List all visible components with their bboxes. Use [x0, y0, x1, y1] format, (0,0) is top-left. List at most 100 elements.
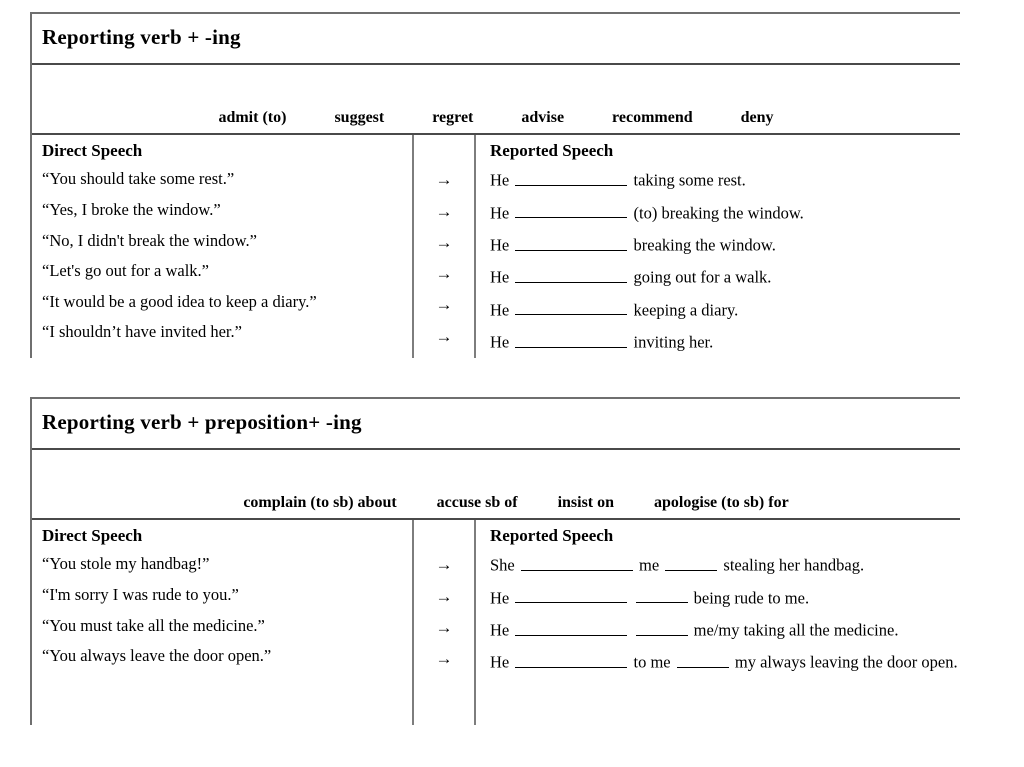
reported-column-tail [474, 678, 960, 725]
sentence-prefix: He [490, 332, 510, 352]
table-row: She me stealing her handbag. [488, 549, 960, 581]
section-title: Reporting verb + -ing [42, 25, 241, 49]
worksheet-page: Reporting verb + -ing admit (to) suggest… [0, 0, 1024, 767]
table-row: He keeping a diary. [488, 294, 960, 326]
verb-item: accuse sb of [436, 494, 518, 512]
table-row: “You must take all the medicine.” [42, 615, 265, 635]
sentence-middle: me [639, 556, 660, 576]
verb-item: suggest [334, 109, 385, 127]
sentence-prefix: He [490, 300, 510, 320]
verb-item: advise [521, 109, 565, 127]
sentence-suffix: going out for a walk. [633, 267, 772, 287]
verb-item: deny [740, 109, 774, 127]
answer-blank[interactable] [515, 169, 628, 187]
sentence-suffix: inviting her. [633, 332, 714, 352]
section-title: Reporting verb + preposition+ -ing [42, 410, 362, 434]
answer-blank[interactable] [515, 619, 628, 636]
answer-blank[interactable] [515, 299, 628, 316]
answer-blank[interactable] [665, 554, 718, 572]
sentence-suffix: (to) breaking the window. [633, 203, 804, 223]
sentence-prefix: He [490, 620, 510, 640]
sentence-suffix: stealing her handbag. [723, 556, 865, 576]
answer-blank[interactable] [635, 587, 688, 604]
answer-blank[interactable] [676, 651, 729, 668]
table-row: “You should take some rest.” [42, 169, 235, 189]
exercise-table: Direct Speech “You stole my handbag!” “I… [32, 520, 960, 679]
arrow-column: → → → → [412, 520, 474, 679]
section-title-row: Reporting verb + -ing [32, 14, 960, 66]
column-header-reported: Reported Speech [490, 526, 614, 546]
answer-blank[interactable] [515, 587, 628, 604]
table-row: “I'm sorry I was rude to you.” [42, 584, 239, 604]
answer-blank[interactable] [515, 651, 628, 668]
verb-item: recommend [612, 109, 693, 127]
arrow-column-tail [412, 678, 474, 725]
sentence-prefix: She [490, 556, 515, 576]
table-row: He breaking the window. [488, 229, 960, 261]
reported-speech-column: Reported Speech She me stealing her hand… [474, 520, 960, 679]
verb-list-row: complain (to sb) about accuse sb of insi… [32, 450, 960, 521]
answer-blank[interactable] [520, 554, 633, 572]
sentence-prefix: He [490, 588, 510, 608]
sentence-prefix: He [490, 203, 510, 223]
arrow-icon: → [435, 555, 453, 575]
verb-list-row: admit (to) suggest regret advise recomme… [32, 65, 960, 136]
sentence-suffix: keeping a diary. [633, 300, 739, 320]
table-row: “I shouldn’t have invited her.” [42, 322, 242, 342]
section-title-row: Reporting verb + preposition+ -ing [32, 399, 960, 451]
arrow-icon: → [435, 326, 453, 346]
reported-speech-column: Reported Speech He taking some rest. He … [474, 135, 960, 359]
arrow-icon: → [435, 586, 453, 606]
table-row: He to me my always leaving the door open… [488, 646, 960, 678]
section-reporting-verb-preposition-ing: Reporting verb + preposition+ -ing compl… [30, 397, 960, 725]
table-row: He me/my taking all the medicine. [488, 614, 960, 646]
table-row: “You always leave the door open.” [42, 646, 272, 666]
sentence-suffix: being rude to me. [693, 588, 810, 608]
table-row: He inviting her. [488, 326, 960, 358]
arrow-icon: → [435, 232, 453, 252]
table-row: He going out for a walk. [488, 261, 960, 293]
verb-item: complain (to sb) about [243, 494, 397, 512]
table-row: “No, I didn't break the window.” [42, 230, 257, 250]
answer-blank[interactable] [515, 202, 628, 219]
table-row: “Let's go out for a walk.” [42, 261, 209, 281]
exercise-table: Direct Speech “You should take some rest… [32, 135, 960, 359]
direct-speech-column: Direct Speech “You stole my handbag!” “I… [32, 520, 412, 678]
column-header-direct: Direct Speech [42, 526, 143, 546]
arrow-icon: → [435, 617, 453, 637]
arrow-icon: → [435, 295, 453, 315]
table-row: He taking some rest. [488, 164, 960, 196]
verb-item: regret [432, 109, 474, 127]
sentence-suffix: breaking the window. [633, 235, 776, 255]
answer-blank[interactable] [515, 234, 628, 251]
column-header-reported: Reported Speech [490, 141, 614, 161]
table-bottom-area [32, 678, 960, 725]
sentence-suffix: my always leaving the door open. [734, 652, 958, 672]
direct-column-tail [32, 679, 412, 725]
arrow-column: → → → → → → [412, 135, 474, 359]
arrow-icon: → [435, 170, 453, 190]
sentence-middle: to me [633, 652, 671, 672]
sentence-prefix: He [490, 267, 510, 287]
arrow-icon: → [435, 649, 453, 669]
sentence-prefix: He [490, 652, 510, 672]
answer-blank[interactable] [515, 266, 628, 283]
arrow-icon: → [435, 201, 453, 221]
table-row: “Yes, I broke the window.” [42, 199, 221, 219]
verb-item: insist on [557, 494, 615, 512]
table-row: “You stole my handbag!” [42, 554, 210, 574]
table-row: He being rude to me. [488, 582, 960, 614]
verb-item: apologise (to sb) for [654, 494, 789, 512]
sentence-suffix: me/my taking all the medicine. [693, 620, 899, 640]
answer-blank[interactable] [635, 619, 688, 636]
section-reporting-verb-ing: Reporting verb + -ing admit (to) suggest… [30, 12, 960, 359]
sentence-prefix: He [490, 235, 510, 255]
verb-item: admit (to) [218, 109, 287, 127]
column-header-direct: Direct Speech [42, 141, 143, 161]
arrow-icon: → [435, 264, 453, 284]
answer-blank[interactable] [515, 331, 628, 348]
sentence-suffix: taking some rest. [633, 171, 746, 191]
direct-speech-column: Direct Speech “You should take some rest… [32, 135, 412, 358]
table-row: “It would be a good idea to keep a diary… [42, 291, 317, 311]
sentence-prefix: He [490, 171, 510, 191]
